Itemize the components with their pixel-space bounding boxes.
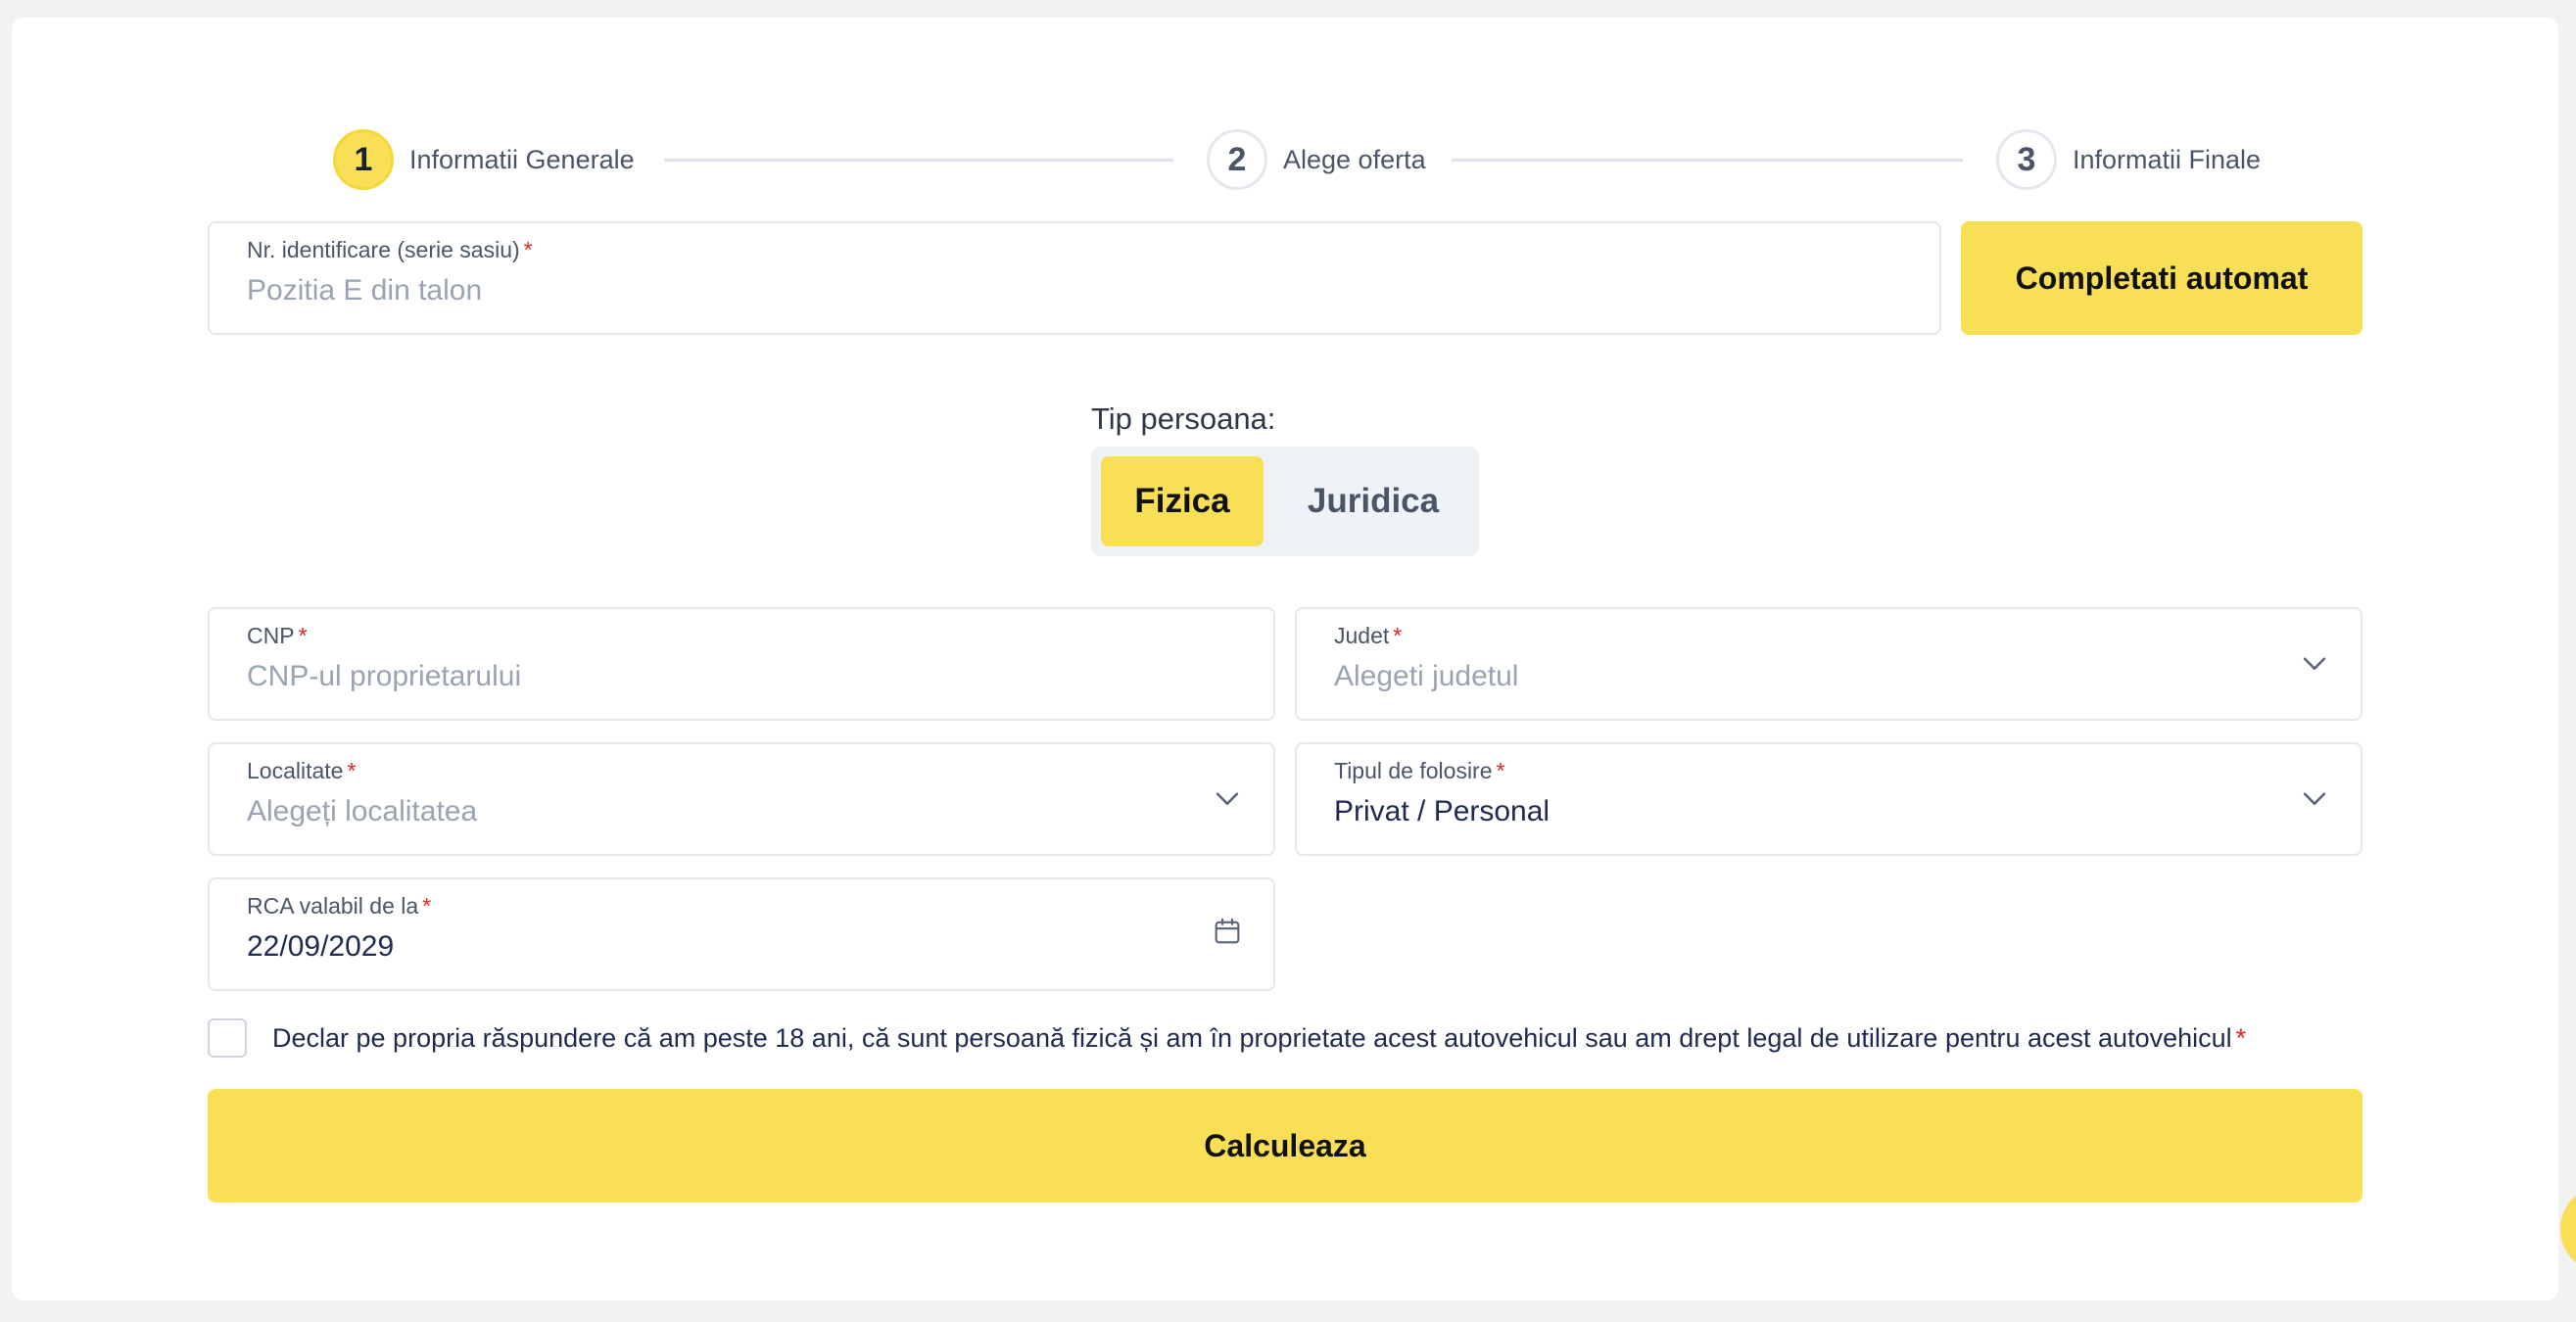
step-connector-1 [664, 159, 1173, 162]
autofill-button[interactable]: Completati automat [1961, 221, 2362, 335]
usage-type-select[interactable]: Tipul de folosire * Privat / Personal [1295, 742, 2362, 856]
rca-field-label: RCA valabil de la * [247, 893, 432, 919]
cnp-field-label: CNP * [247, 623, 308, 648]
step-1-label: Informatii Generale [409, 144, 635, 174]
step-1: 1 Informatii Generale [333, 129, 635, 190]
person-type-toggle: Fizica Juridica [1091, 447, 1479, 556]
rca-date-field[interactable]: RCA valabil de la * 22/09/2029 [208, 877, 1275, 991]
declaration-checkbox[interactable] [208, 1018, 247, 1058]
form-card: 1 Informatii Generale 2 Alege oferta 3 I… [12, 18, 2558, 1300]
localitate-value: Alegeți localitatea [247, 795, 478, 827]
vin-input[interactable]: Pozitia E din talon [247, 274, 482, 307]
stepper: 1 Informatii Generale 2 Alege oferta 3 I… [333, 129, 2261, 190]
person-type-label: Tip persoana: [1091, 401, 1276, 436]
chevron-down-icon[interactable] [1211, 781, 1244, 815]
required-marker: * [422, 893, 432, 919]
required-marker: * [1496, 758, 1505, 783]
required-marker: * [2235, 1022, 2247, 1053]
person-type-fizica[interactable]: Fizica [1101, 456, 1264, 546]
step-3-number: 3 [1996, 129, 2057, 190]
required-marker: * [523, 237, 533, 262]
step-2-number: 2 [1207, 129, 1267, 190]
declaration-row: Declar pe propria răspundere că am peste… [208, 1018, 2246, 1058]
calendar-icon[interactable] [1211, 915, 1244, 948]
calculate-button[interactable]: Calculeaza [208, 1089, 2362, 1203]
required-marker: * [347, 758, 357, 783]
usage-value: Privat / Personal [1334, 795, 1550, 827]
rca-date-input[interactable]: 22/09/2029 [247, 930, 394, 964]
judet-value: Alegeti judetul [1334, 660, 1519, 692]
required-marker: * [298, 623, 308, 648]
judet-select[interactable]: Judet * Alegeti judetul [1295, 607, 2362, 721]
person-type-juridica[interactable]: Juridica [1277, 456, 1469, 546]
declaration-text: Declar pe propria răspundere că am peste… [272, 1022, 2247, 1053]
chevron-down-icon[interactable] [2298, 781, 2331, 815]
chevron-down-icon[interactable] [2298, 646, 2331, 680]
localitate-field-label: Localitate * [247, 758, 357, 783]
step-1-number: 1 [333, 129, 394, 190]
step-2: 2 Alege oferta [1207, 129, 1426, 190]
required-marker: * [1393, 623, 1403, 648]
cnp-field[interactable]: CNP * CNP-ul proprietarului [208, 607, 1275, 721]
vin-field-label: Nr. identificare (serie sasiu) * [247, 237, 533, 262]
step-3: 3 Informatii Finale [1996, 129, 2261, 190]
usage-field-label: Tipul de folosire * [1334, 758, 1505, 783]
floating-action-button[interactable] [2560, 1185, 2576, 1273]
step-3-label: Informatii Finale [2073, 144, 2262, 174]
judet-field-label: Judet * [1334, 623, 1403, 648]
localitate-select[interactable]: Localitate * Alegeți localitatea [208, 742, 1275, 856]
step-connector-2 [1452, 159, 1963, 162]
cnp-input[interactable]: CNP-ul proprietarului [247, 660, 521, 693]
vin-field[interactable]: Nr. identificare (serie sasiu) * Pozitia … [208, 221, 1941, 335]
step-2-label: Alege oferta [1283, 144, 1426, 174]
